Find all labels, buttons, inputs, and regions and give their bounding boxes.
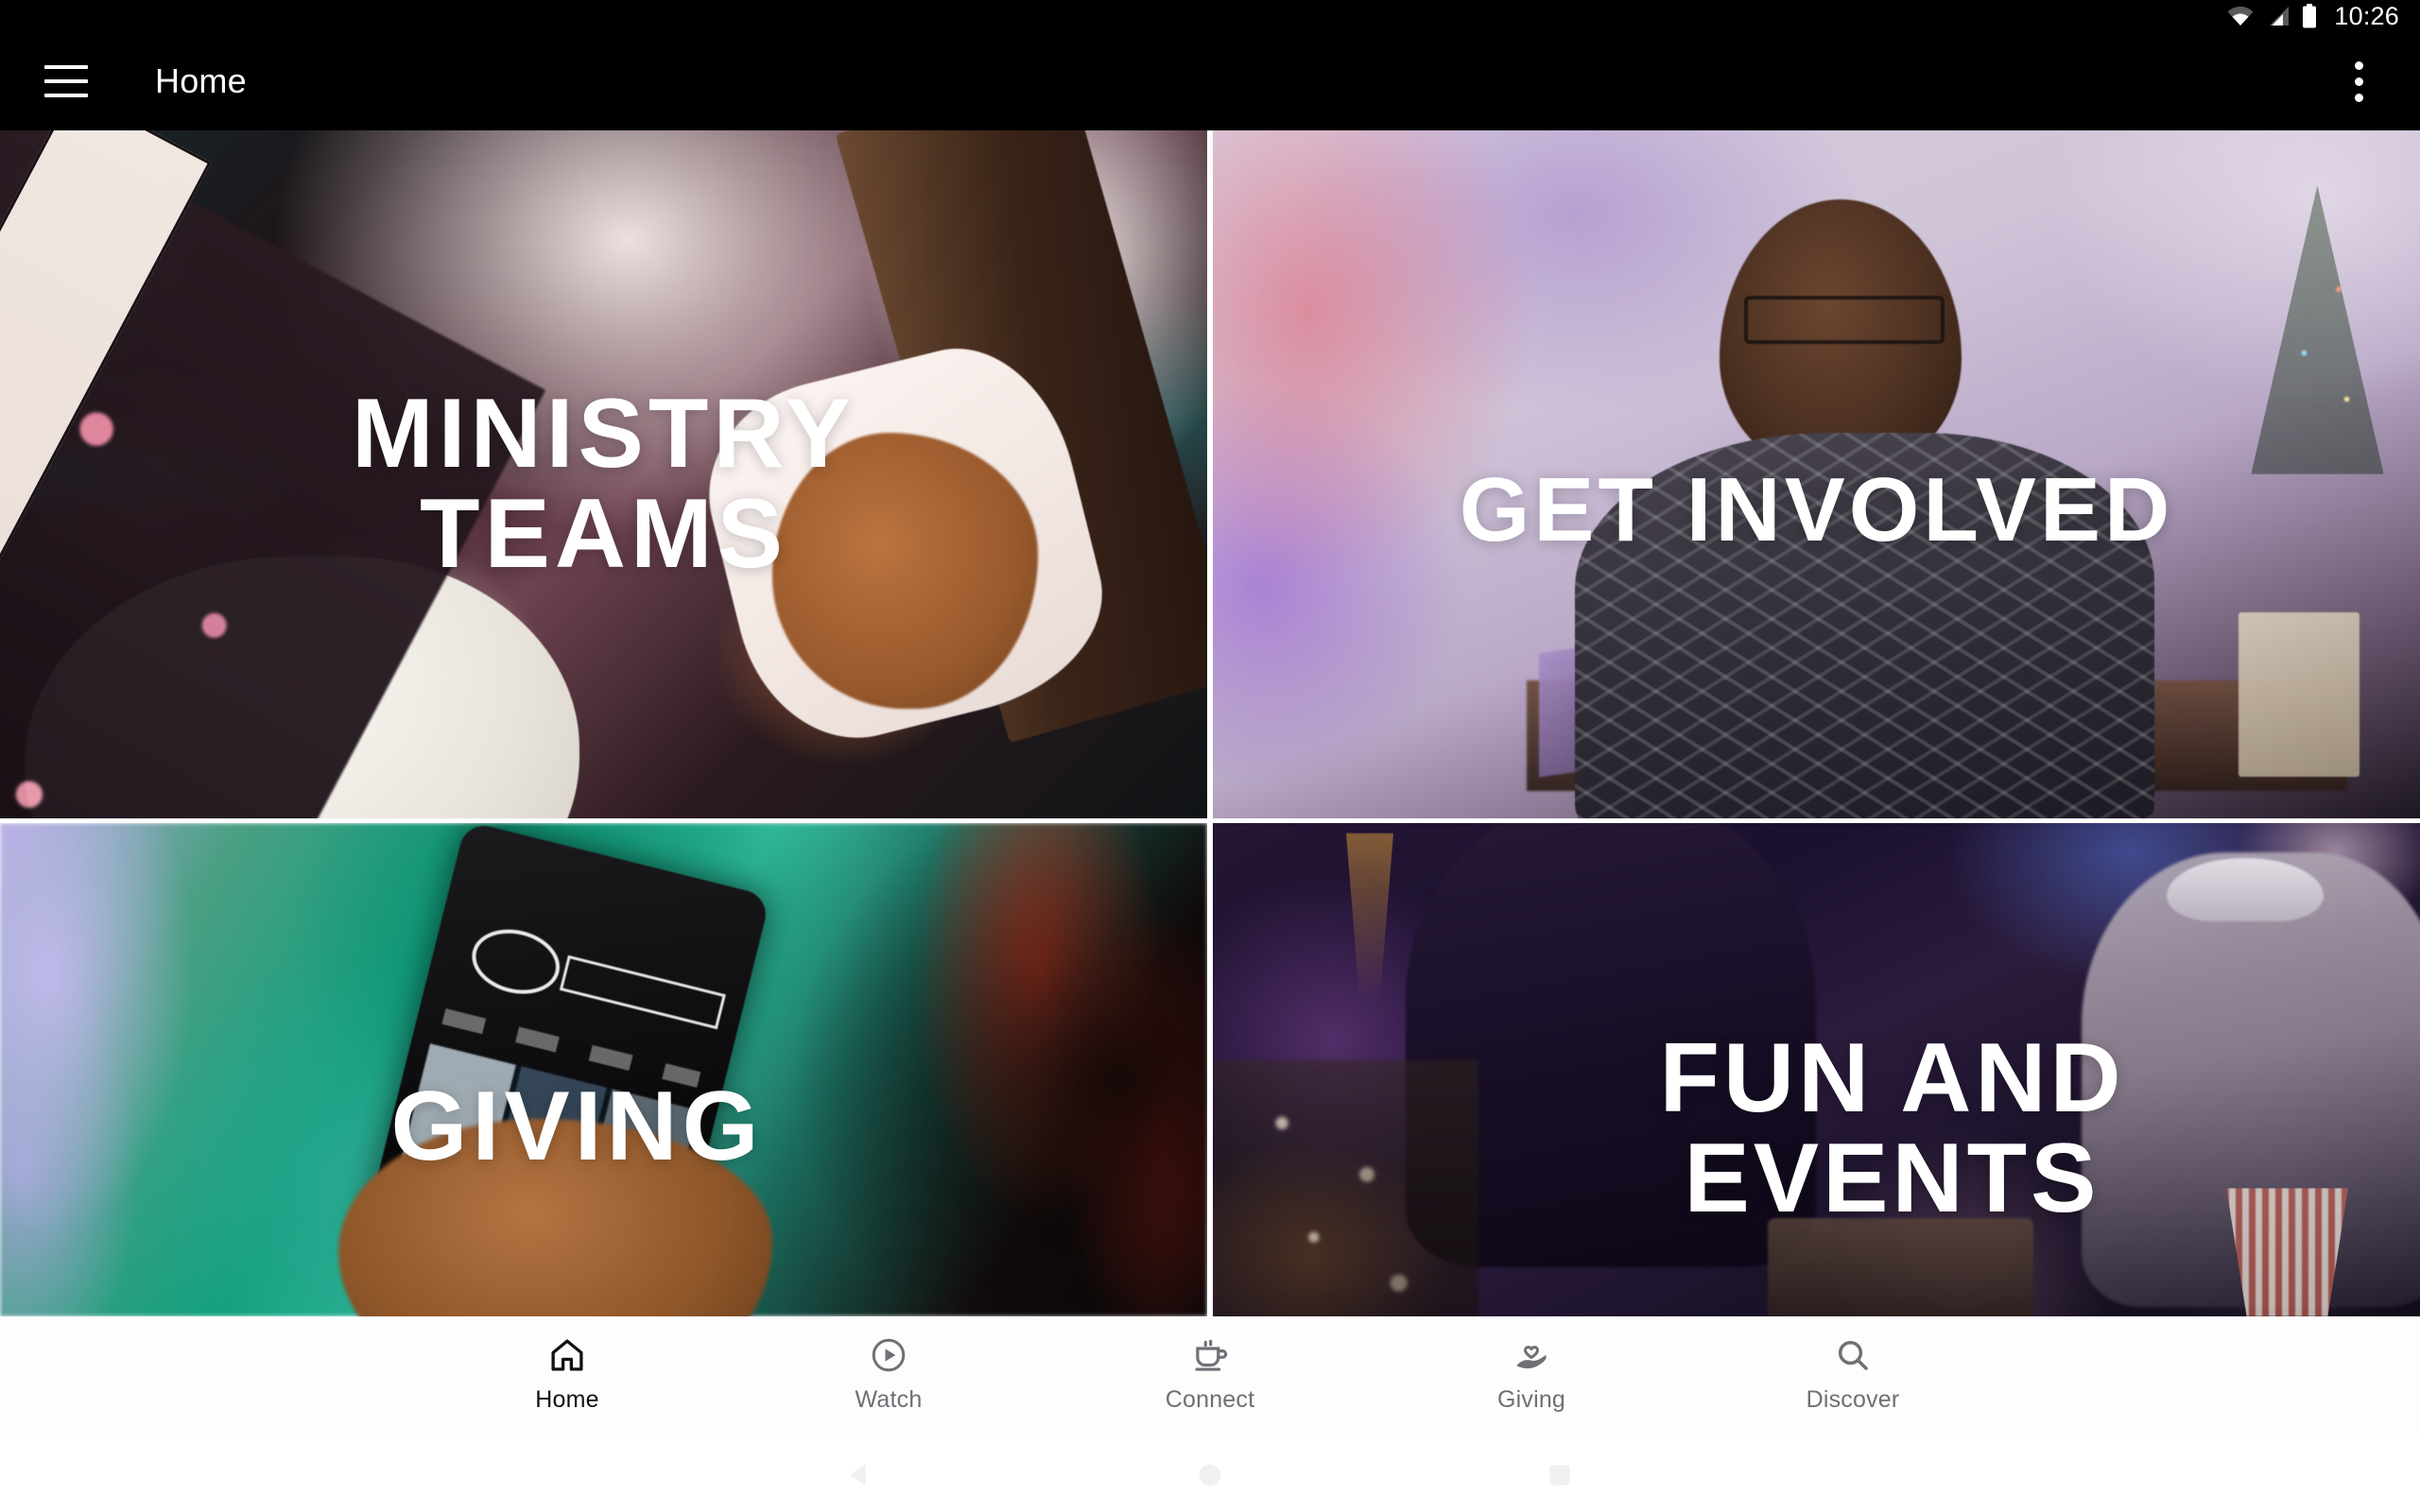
status-bar: 10:26	[0, 0, 2420, 32]
nav-label-home: Home	[535, 1386, 599, 1413]
nav-item-connect[interactable]: Connect	[1049, 1333, 1371, 1414]
nav-item-discover[interactable]: Discover	[1692, 1333, 2014, 1414]
home-icon	[547, 1333, 587, 1377]
tile-fun-and-events[interactable]: FUN AND EVENTS	[1213, 823, 2420, 1316]
tile-label-ministry-teams: MINISTRY TEAMS	[351, 378, 856, 589]
app-screen: 10:26 Home MINISTRY TEAMS GET INVOLVED G…	[0, 0, 2420, 1512]
search-icon	[1833, 1333, 1873, 1377]
page-title: Home	[155, 61, 247, 100]
tile-giving[interactable]: GIVING	[0, 823, 1207, 1316]
wifi-icon	[2226, 6, 2255, 26]
battery-icon	[2302, 4, 2317, 28]
giving-photo-foreground	[0, 823, 1207, 1316]
android-system-navigation-bar	[0, 1437, 2420, 1512]
hand-heart-icon	[1512, 1333, 1551, 1377]
home-tile-grid: MINISTRY TEAMS GET INVOLVED GIVING FUN A…	[0, 130, 2420, 1316]
nav-item-giving[interactable]: Giving	[1371, 1333, 1692, 1414]
more-vertical-icon[interactable]	[2325, 48, 2392, 114]
coffee-cup-icon	[1190, 1333, 1230, 1377]
cellular-signal-icon	[2266, 6, 2290, 26]
square-recents-icon[interactable]	[1527, 1442, 1593, 1508]
nav-label-connect: Connect	[1165, 1386, 1255, 1413]
status-bar-clock: 10:26	[2334, 1, 2399, 30]
app-bar: Home	[0, 32, 2420, 130]
nav-label-discover: Discover	[1806, 1386, 1900, 1413]
tile-label-get-involved: GET INVOLVED	[1459, 459, 2174, 561]
bottom-navigation-bar: Home Watch Connect Giving Discover	[0, 1316, 2420, 1437]
hamburger-menu-icon[interactable]	[23, 38, 110, 125]
triangle-back-icon[interactable]	[827, 1442, 893, 1508]
tile-ministry-teams[interactable]: MINISTRY TEAMS	[0, 130, 1207, 818]
play-circle-icon	[869, 1333, 908, 1377]
nav-label-watch: Watch	[855, 1386, 923, 1413]
tile-get-involved[interactable]: GET INVOLVED	[1213, 130, 2420, 818]
nav-item-home[interactable]: Home	[406, 1333, 728, 1414]
tile-label-fun-and-events: FUN AND EVENTS	[1659, 1022, 2125, 1233]
circle-home-icon[interactable]	[1177, 1442, 1243, 1508]
tile-label-giving: GIVING	[390, 1071, 764, 1181]
nav-item-watch[interactable]: Watch	[728, 1333, 1049, 1414]
nav-label-giving: Giving	[1496, 1386, 1566, 1413]
